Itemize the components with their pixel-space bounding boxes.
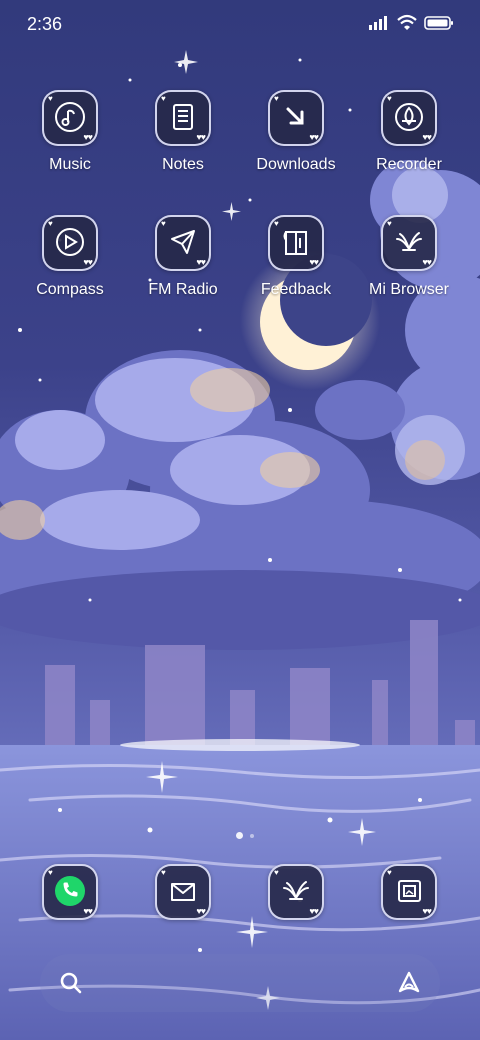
downloads-icon: ♥ ♥♥ — [268, 90, 324, 146]
fm-radio-icon: ♥ ♥♥ — [155, 215, 211, 271]
page-indicator-active — [236, 832, 243, 839]
battery-icon — [424, 16, 453, 30]
search-bar[interactable] — [40, 954, 440, 1012]
app-label: FM Radio — [148, 281, 218, 298]
search-icon[interactable] — [56, 968, 86, 998]
feedback-icon: ♥ ♥♥ — [268, 215, 324, 271]
compass-icon: ♥ ♥♥ — [42, 215, 98, 271]
notes-icon: ♥ ♥♥ — [155, 90, 211, 146]
assistant-icon[interactable] — [394, 968, 424, 998]
browser-icon: ♥ ♥♥ — [268, 864, 324, 920]
app-recorder[interactable]: ♥ ♥♥ Recorder — [359, 90, 459, 174]
mi-browser-icon: ♥ ♥♥ — [381, 215, 437, 271]
messages-icon: ♥ ♥♥ — [155, 864, 211, 920]
app-label: Music — [49, 156, 91, 173]
app-mi-browser[interactable]: ♥ ♥♥ Mi Browser — [359, 215, 459, 299]
dock-gallery[interactable]: ♥ ♥♥ — [359, 864, 459, 920]
app-label: Feedback — [260, 281, 332, 298]
recorder-icon: ♥ ♥♥ — [381, 90, 437, 146]
app-compass[interactable]: ♥ ♥♥ Compass — [20, 215, 120, 299]
app-label: Recorder — [376, 156, 442, 173]
app-label: Compass — [36, 281, 104, 298]
dock-phone[interactable]: ♥ ♥♥ — [20, 864, 120, 920]
app-music[interactable]: ♥ ♥♥ Music — [20, 90, 120, 174]
app-label: Downloads — [256, 156, 336, 173]
dock-browser[interactable]: ♥ ♥♥ — [246, 864, 346, 920]
music-icon: ♥ ♥♥ — [42, 90, 98, 146]
phone-icon: ♥ ♥♥ — [42, 864, 98, 920]
page-indicator[interactable] — [250, 834, 254, 838]
dock-messages[interactable]: ♥ ♥♥ — [133, 864, 233, 920]
signal-icon — [369, 16, 387, 30]
wifi-icon — [397, 14, 417, 30]
app-notes[interactable]: ♥ ♥♥ Notes — [133, 90, 233, 174]
status-bar: 2:36 — [0, 0, 480, 50]
app-fm-radio[interactable]: ♥ ♥♥ FM Radio — [133, 215, 233, 299]
app-downloads[interactable]: ♥ ♥♥ Downloads — [246, 90, 346, 174]
app-label: Notes — [162, 156, 204, 173]
app-label: Mi Browser — [368, 281, 449, 298]
status-time: 2:36 — [27, 14, 63, 34]
app-feedback[interactable]: ♥ ♥♥ Feedback — [246, 215, 346, 299]
gallery-icon: ♥ ♥♥ — [381, 864, 437, 920]
